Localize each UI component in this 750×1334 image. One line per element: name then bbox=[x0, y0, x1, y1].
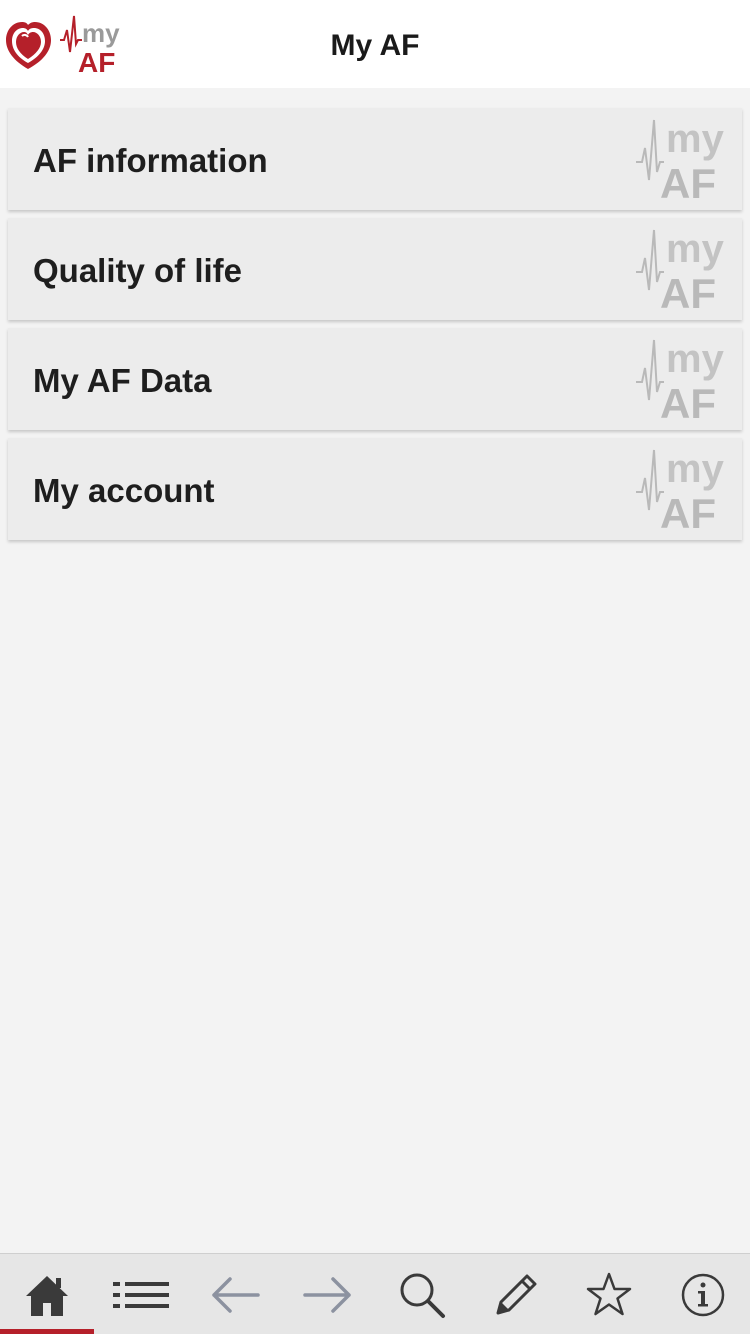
menu-item-my-af-data[interactable]: My AF Data my AF bbox=[8, 328, 742, 430]
myaf-watermark-icon: my AF bbox=[636, 337, 725, 424]
arrow-right-icon bbox=[303, 1276, 351, 1313]
tab-list[interactable] bbox=[94, 1254, 188, 1334]
heart-icon bbox=[6, 22, 51, 69]
svg-text:my: my bbox=[666, 117, 725, 161]
pencil-icon bbox=[496, 1274, 537, 1314]
tab-favorites[interactable] bbox=[562, 1254, 656, 1334]
menu-item-label: Quality of life bbox=[33, 252, 243, 289]
svg-text:AF: AF bbox=[660, 490, 716, 534]
tab-search[interactable] bbox=[375, 1254, 469, 1334]
star-icon bbox=[586, 1272, 632, 1315]
main-menu: AF information my AF Quality of life my … bbox=[8, 108, 742, 548]
myaf-watermark-icon: my AF bbox=[636, 447, 725, 534]
bottom-navigation bbox=[0, 1253, 750, 1334]
tab-home[interactable] bbox=[0, 1254, 94, 1334]
tab-edit[interactable] bbox=[469, 1254, 563, 1334]
svg-text:AF: AF bbox=[660, 380, 716, 424]
svg-text:my: my bbox=[666, 447, 725, 491]
tab-info[interactable] bbox=[656, 1254, 750, 1334]
info-icon bbox=[681, 1273, 725, 1316]
menu-item-label: My AF Data bbox=[33, 362, 212, 399]
search-icon bbox=[400, 1273, 445, 1318]
myaf-watermark-icon: my AF bbox=[636, 227, 725, 314]
logo-text-af: AF bbox=[78, 47, 115, 76]
menu-item-my-account[interactable]: My account my AF bbox=[8, 438, 742, 540]
home-icon bbox=[26, 1275, 68, 1316]
tab-back[interactable] bbox=[188, 1254, 282, 1334]
menu-item-label: My account bbox=[33, 472, 215, 509]
app-header: my AF My AF bbox=[0, 0, 750, 88]
svg-text:my: my bbox=[666, 227, 725, 271]
menu-item-af-information[interactable]: AF information my AF bbox=[8, 108, 742, 210]
menu-item-quality-of-life[interactable]: Quality of life my AF bbox=[8, 218, 742, 320]
tab-forward[interactable] bbox=[281, 1254, 375, 1334]
svg-text:my: my bbox=[666, 337, 725, 381]
list-icon bbox=[113, 1281, 169, 1308]
arrow-left-icon bbox=[212, 1276, 260, 1313]
menu-item-label: AF information bbox=[33, 142, 268, 179]
myaf-watermark-icon: my AF bbox=[636, 117, 725, 204]
active-tab-indicator bbox=[0, 1329, 94, 1334]
app-logo: my AF bbox=[6, 15, 120, 76]
myaf-logo: my AF bbox=[60, 15, 120, 76]
logo-text-my: my bbox=[82, 18, 120, 48]
svg-text:AF: AF bbox=[660, 160, 716, 204]
svg-text:AF: AF bbox=[660, 270, 716, 314]
